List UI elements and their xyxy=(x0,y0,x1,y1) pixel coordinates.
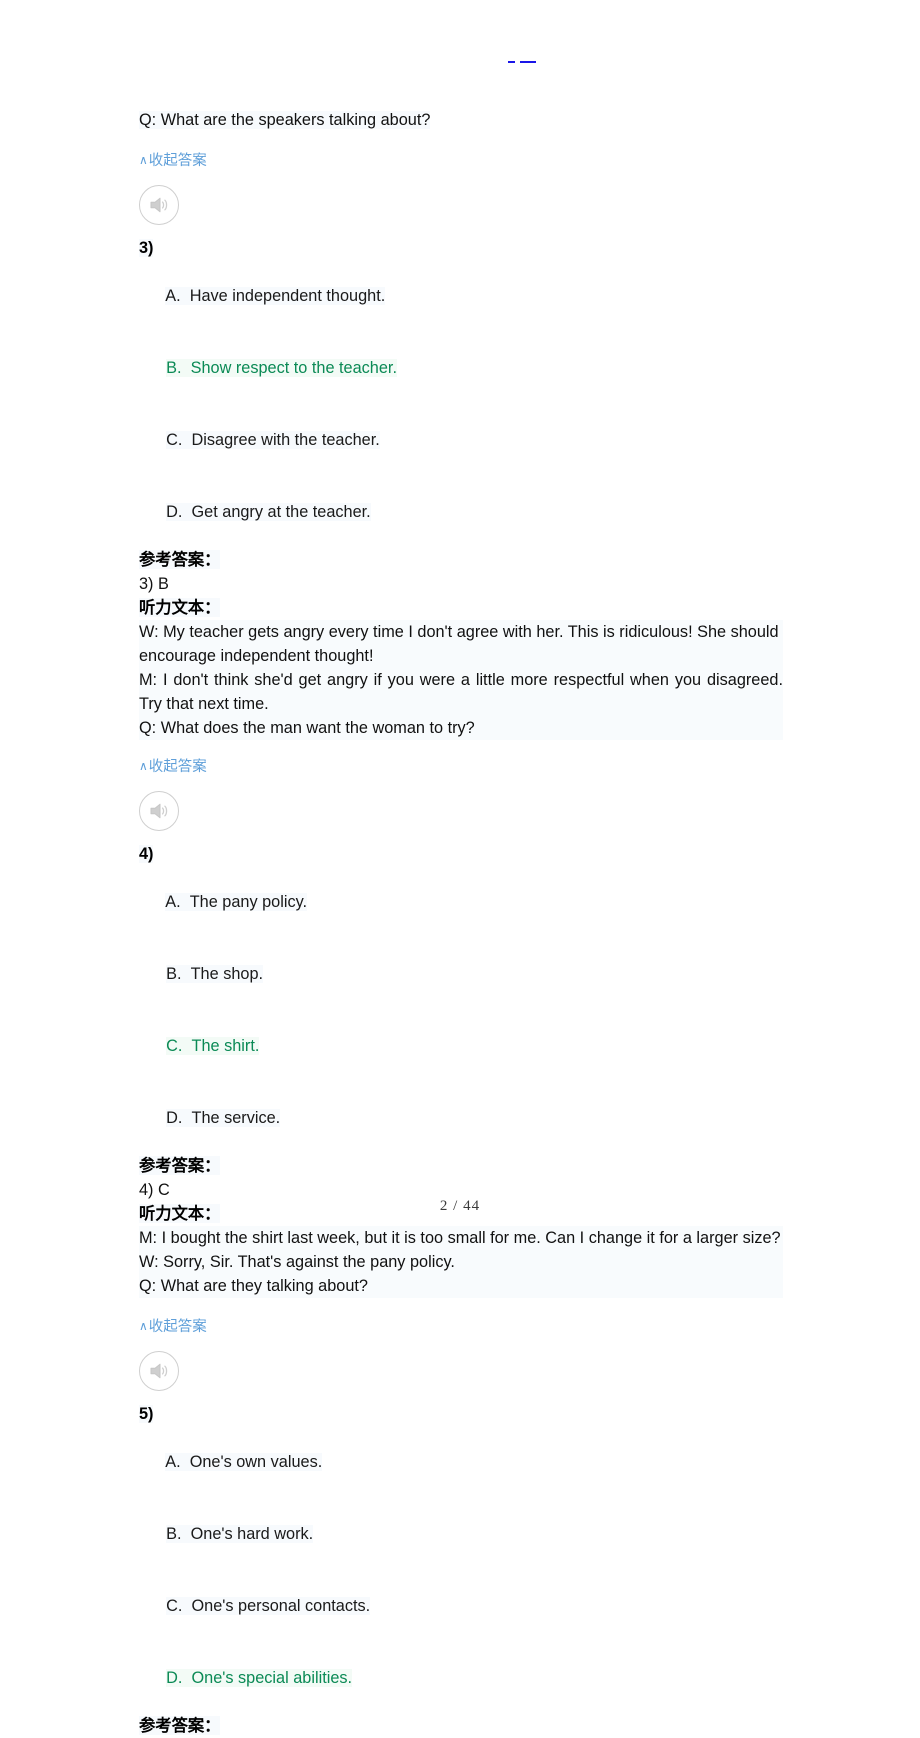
option-text: The pany policy. xyxy=(189,893,308,911)
option-row[interactable]: B. The shop. xyxy=(139,938,783,1010)
question-number-3: 3) xyxy=(139,239,154,257)
reference-answer-label: 参考答案： xyxy=(139,1716,221,1735)
chevron-up-icon: ∧ xyxy=(139,1319,148,1333)
option-row[interactable]: D. One's special abilities. xyxy=(139,1642,783,1714)
option-row[interactable]: B. One's hard work. xyxy=(139,1498,783,1570)
option-letter: A. xyxy=(165,893,181,911)
option-text: One's hard work. xyxy=(190,1525,314,1543)
option-letter: C. xyxy=(166,1597,183,1615)
option-letter: B. xyxy=(166,965,182,983)
transcript-line: M: I bought the shirt last week, but it … xyxy=(139,1226,783,1250)
reference-answer-value: 3) B xyxy=(139,575,169,593)
collapse-answer-link-3[interactable]: ∧收起答案 xyxy=(139,756,207,777)
transcript-line: M: I don't think she'd get angry if you … xyxy=(139,668,783,716)
option-row[interactable]: C. One's personal contacts. xyxy=(139,1570,783,1642)
transcript-line: Q: What does the man want the woman to t… xyxy=(139,716,783,740)
option-text: Disagree with the teacher. xyxy=(191,431,380,449)
option-letter: A. xyxy=(165,287,181,305)
question-number-5: 5) xyxy=(139,1405,154,1423)
option-text: The shop. xyxy=(190,965,264,983)
chevron-up-icon: ∧ xyxy=(139,153,148,167)
collapse-answer-label: 收起答案 xyxy=(148,759,207,775)
option-letter: D. xyxy=(166,1109,183,1127)
option-text: One's special abilities. xyxy=(191,1669,353,1687)
option-text: Get angry at the teacher. xyxy=(191,503,371,521)
speaker-icon xyxy=(150,1363,168,1379)
page-footer: 2 / 44 xyxy=(0,1198,920,1215)
option-text: Have independent thought. xyxy=(189,287,386,305)
option-text: The service. xyxy=(191,1109,281,1127)
option-letter: C. xyxy=(166,1037,183,1055)
speaker-icon xyxy=(150,197,168,213)
option-text: Show respect to the teacher. xyxy=(190,359,397,377)
audio-play-button-5[interactable] xyxy=(139,1351,179,1391)
transcript-line: W: Sorry, Sir. That's against the pany p… xyxy=(139,1250,783,1274)
option-letter: B. xyxy=(166,1525,182,1543)
page-content: Q: What are the speakers talking about? … xyxy=(139,108,783,1738)
option-row[interactable]: B. Show respect to the teacher. xyxy=(139,332,783,404)
speaker-icon xyxy=(150,803,168,819)
page-number: 2 / 44 xyxy=(439,1198,481,1214)
option-letter: D. xyxy=(166,503,183,521)
option-row[interactable]: A. The pany policy. xyxy=(139,866,783,938)
reference-answer-label: 参考答案： xyxy=(139,550,221,569)
option-row[interactable]: D. The service. xyxy=(139,1082,783,1154)
option-text: The shirt. xyxy=(191,1037,260,1055)
transcript-line: Q: What are they talking about? xyxy=(139,1274,783,1298)
document-page: Q: What are the speakers talking about? … xyxy=(0,0,920,1735)
option-row[interactable]: C. Disagree with the teacher. xyxy=(139,404,783,476)
transcript-label: 听力文本： xyxy=(139,598,221,617)
reference-answer-label: 参考答案： xyxy=(139,1156,221,1175)
option-row[interactable]: C. The shirt. xyxy=(139,1010,783,1082)
previous-question-prompt: Q: What are the speakers talking about? xyxy=(139,111,431,129)
transcript-line: W: My teacher gets angry every time I do… xyxy=(139,620,783,668)
collapse-answer-link-2[interactable]: ∧收起答案 xyxy=(139,150,207,171)
audio-play-button-4[interactable] xyxy=(139,791,179,831)
stray-blue-mark xyxy=(508,58,536,68)
option-letter: A. xyxy=(165,1453,181,1471)
question-number-4: 4) xyxy=(139,845,154,863)
collapse-answer-label: 收起答案 xyxy=(148,153,207,169)
option-row[interactable]: A. One's own values. xyxy=(139,1426,783,1498)
option-row[interactable]: D. Get angry at the teacher. xyxy=(139,476,783,548)
option-row[interactable]: A. Have independent thought. xyxy=(139,260,783,332)
chevron-up-icon: ∧ xyxy=(139,759,148,773)
option-letter: D. xyxy=(166,1669,183,1687)
option-text: One's personal contacts. xyxy=(191,1597,371,1615)
option-letter: B. xyxy=(166,359,182,377)
audio-play-button-3[interactable] xyxy=(139,185,179,225)
collapse-answer-link-4[interactable]: ∧收起答案 xyxy=(139,1316,207,1337)
collapse-answer-label: 收起答案 xyxy=(148,1319,207,1335)
option-letter: C. xyxy=(166,431,183,449)
option-text: One's own values. xyxy=(189,1453,323,1471)
